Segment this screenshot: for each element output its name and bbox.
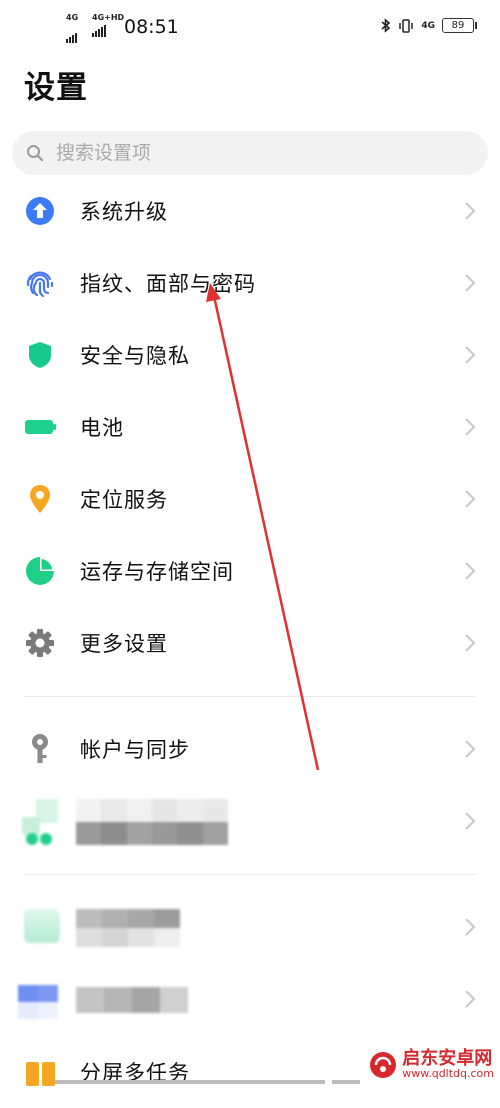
gear-icon [26, 629, 54, 657]
home-indicator [55, 1080, 325, 1084]
storage-pie-icon [26, 557, 54, 585]
chevron-right-icon [465, 418, 476, 436]
chevron-right-icon [465, 274, 476, 292]
settings-item-label: 电池 [80, 416, 124, 440]
settings-item-blurred-2[interactable] [0, 891, 500, 963]
home-indicator-secondary [332, 1080, 360, 1084]
search-icon [27, 145, 44, 162]
upgrade-icon [26, 197, 54, 225]
chevron-right-icon [465, 562, 476, 580]
bluetooth-icon [381, 18, 391, 33]
search-bar[interactable] [12, 131, 488, 175]
chevron-right-icon [465, 490, 476, 508]
settings-item-fingerprint[interactable]: 指纹、面部与密码 [0, 247, 500, 319]
search-input[interactable] [54, 141, 458, 165]
page-title: 设置 [24, 70, 88, 106]
settings-item-label: 安全与隐私 [80, 344, 190, 368]
settings-item-location[interactable]: 定位服务 [0, 463, 500, 535]
settings-item-label: 系统升级 [80, 200, 168, 224]
sim1-signal: 4G [66, 13, 79, 43]
fingerprint-icon [26, 271, 54, 298]
settings-item-battery[interactable]: 电池 [0, 391, 500, 463]
network-type: 4G [421, 20, 435, 31]
settings-item-label: 定位服务 [80, 488, 168, 512]
clock: 08:51 [124, 16, 179, 38]
settings-item-account-sync[interactable]: 帐户与同步 [0, 713, 500, 785]
blurred-label [76, 987, 188, 1013]
split-screen-icon [26, 1062, 55, 1086]
battery-indicator: 89 [442, 18, 477, 33]
settings-item-label: 帐户与同步 [80, 738, 190, 762]
settings-item-label: 运存与存储空间 [80, 560, 234, 584]
chevron-right-icon [465, 990, 476, 1008]
settings-item-label: 更多设置 [80, 632, 168, 656]
sim1-label: 4G [66, 13, 79, 22]
chevron-right-icon [465, 346, 476, 364]
chevron-right-icon [465, 740, 476, 758]
sim2-label: 4G+HD [92, 13, 125, 22]
chevron-right-icon [465, 202, 476, 220]
blurred-label [76, 799, 228, 845]
blurred-icon [18, 985, 58, 1019]
watermark: 启东安卓网 www.qdltdq.com [368, 1050, 494, 1080]
status-bar: 4G 4G+HD 08:51 4G 89 [0, 0, 500, 56]
watermark-logo-icon [370, 1052, 397, 1078]
key-icon [32, 734, 48, 763]
settings-item-security-privacy[interactable]: 安全与隐私 [0, 319, 500, 391]
settings-item-blurred-3[interactable] [0, 963, 500, 1035]
settings-item-more-settings[interactable]: 更多设置 [0, 607, 500, 679]
chevron-right-icon [465, 812, 476, 830]
battery-icon [25, 420, 56, 434]
vibrate-icon [399, 18, 414, 33]
blurred-icon [22, 799, 62, 845]
settings-item-storage[interactable]: 运存与存储空间 [0, 535, 500, 607]
settings-item-blurred-1[interactable] [0, 785, 500, 857]
section-divider [24, 874, 476, 875]
shield-icon [29, 342, 51, 368]
location-pin-icon [30, 485, 50, 513]
blurred-icon [24, 909, 60, 943]
chevron-right-icon [465, 634, 476, 652]
sim2-signal: 4G+HD [92, 13, 124, 37]
status-right: 4G 89 [381, 18, 477, 33]
watermark-brand: 启东安卓网 [402, 1048, 493, 1069]
settings-item-label: 指纹、面部与密码 [80, 272, 256, 296]
settings-item-system-upgrade[interactable]: 系统升级 [0, 175, 500, 247]
watermark-url: www.qdltdq.com [402, 1067, 494, 1080]
chevron-right-icon [465, 918, 476, 936]
blurred-label [76, 909, 180, 947]
section-divider [24, 696, 476, 697]
